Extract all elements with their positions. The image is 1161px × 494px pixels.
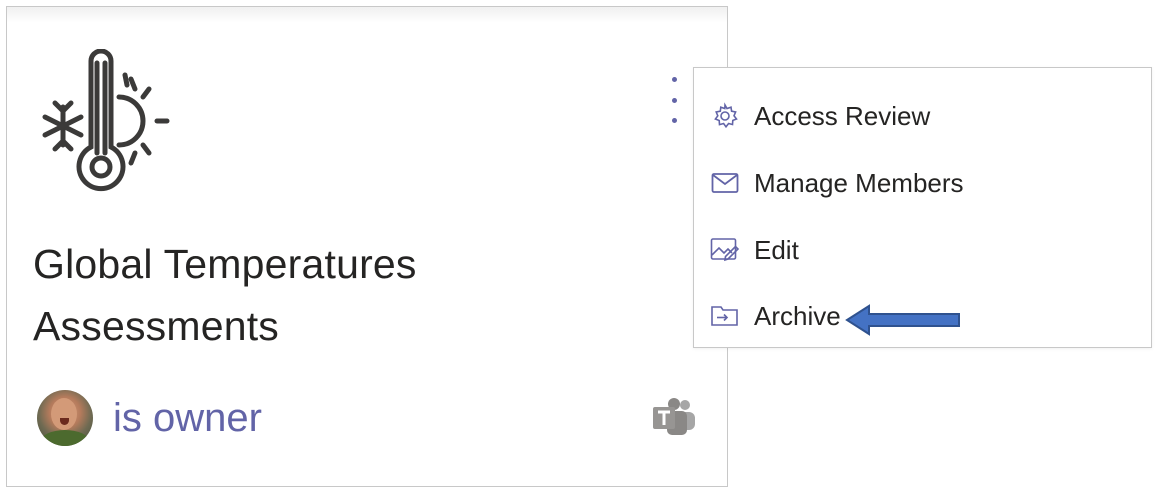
microsoft-teams-icon xyxy=(653,398,695,435)
menu-item-label: Access Review xyxy=(754,100,931,131)
more-vertical-icon-dot xyxy=(671,118,677,123)
edit-image-icon xyxy=(708,233,742,267)
more-vertical-icon-dot xyxy=(671,97,677,103)
more-options-button[interactable] xyxy=(659,77,689,123)
annotation-arrow-icon xyxy=(845,304,960,336)
mail-icon xyxy=(708,166,742,200)
avatar-shirt xyxy=(41,430,89,446)
thermometer-snowflake-sun-icon xyxy=(42,49,170,192)
owner-row: is owner xyxy=(37,389,262,447)
team-card[interactable]: Global Temperatures Assessments is owner xyxy=(6,6,728,487)
team-title-line-1: Global Temperatures xyxy=(33,241,417,287)
menu-item-edit[interactable]: Edit xyxy=(694,220,1151,280)
avatar-face xyxy=(51,398,77,430)
card-top-shade xyxy=(7,7,727,23)
menu-item-label: Edit xyxy=(754,234,799,265)
avatar[interactable] xyxy=(37,390,93,446)
owner-label: is owner xyxy=(113,395,262,440)
menu-item-label: Manage Members xyxy=(754,167,964,198)
menu-item-label: Archive xyxy=(754,300,841,331)
menu-item-access-review[interactable]: Access Review xyxy=(694,86,1151,146)
archive-icon xyxy=(708,299,742,333)
menu-item-manage-members[interactable]: Manage Members xyxy=(694,153,1151,213)
team-title-line-2: Assessments xyxy=(33,303,279,349)
gear-icon xyxy=(708,99,742,133)
team-title[interactable]: Global Temperatures Assessments xyxy=(33,233,593,357)
more-vertical-icon-dot xyxy=(671,77,677,82)
